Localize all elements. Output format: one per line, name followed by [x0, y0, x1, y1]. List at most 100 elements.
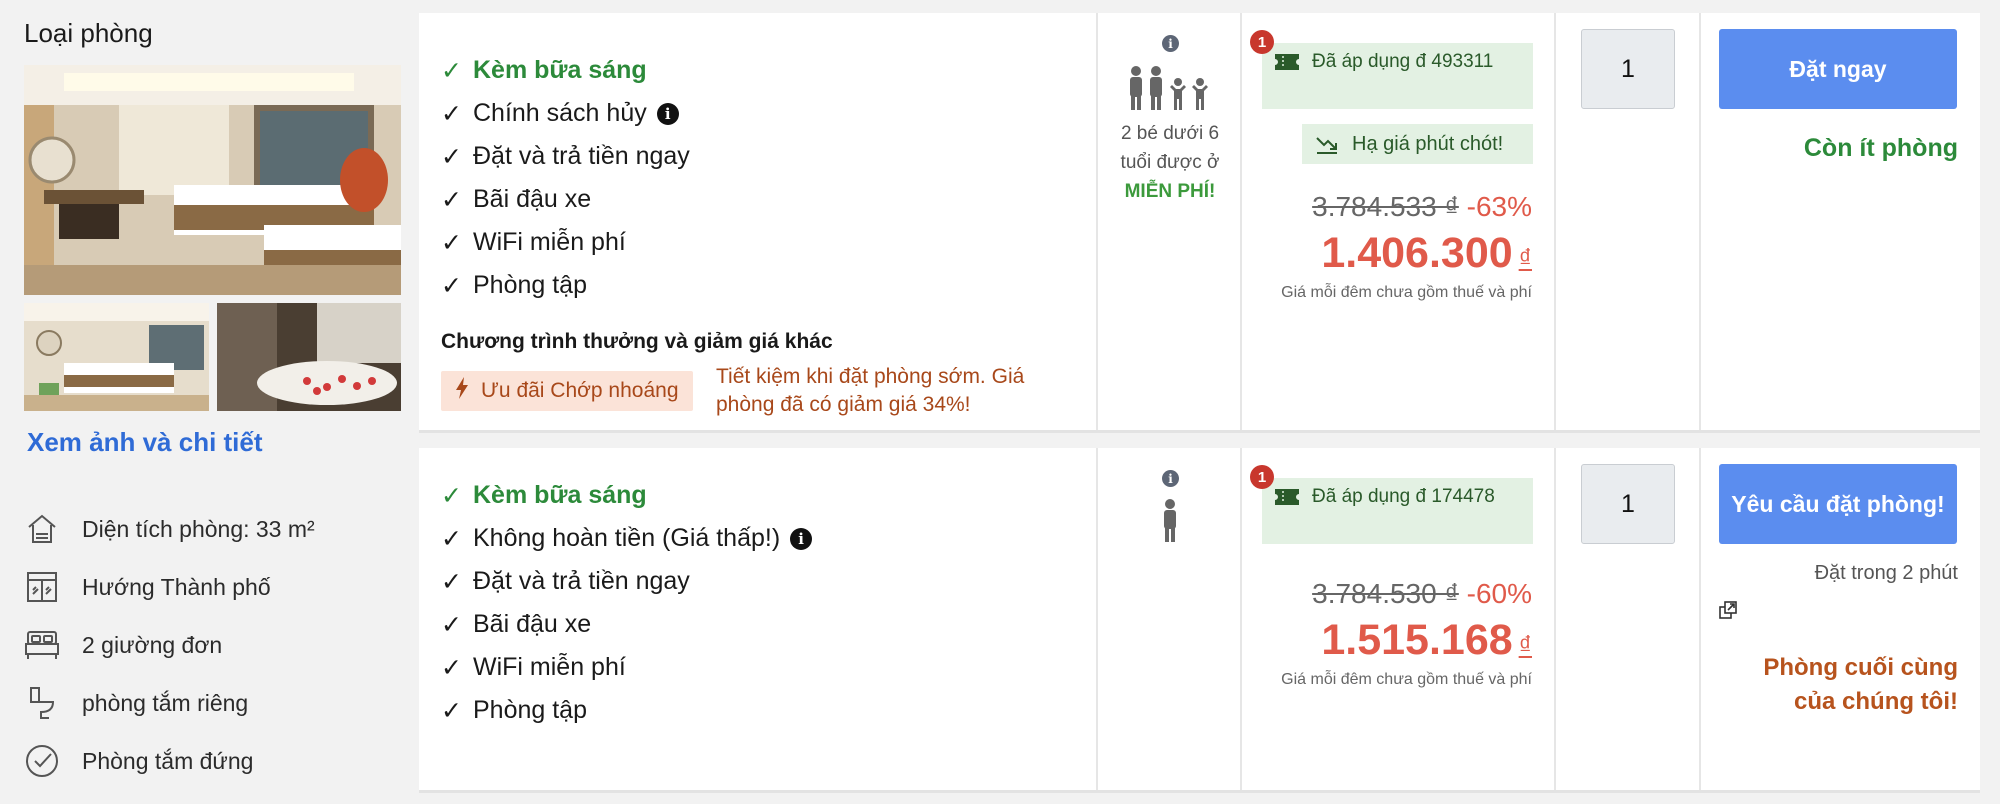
check-circle-icon: [22, 741, 62, 781]
room-offer-row: ✓ Kèm bữa sáng ✓ Không hoàn tiền (Giá thấp…: [419, 448, 1980, 793]
discount-percent: -60%: [1466, 578, 1532, 609]
price-cell: Đã áp dụng đ 493311 1 Hạ giá phút chót! …: [1242, 13, 1556, 430]
final-price-value: 1.515.168: [1321, 616, 1513, 664]
toilet-icon: [22, 683, 62, 723]
currency-symbol: ₫: [1518, 630, 1532, 660]
notification-count-badge: 1: [1250, 465, 1274, 489]
flash-deal-badge: Ưu đãi Chớp nhoáng: [441, 371, 693, 411]
check-icon: ✓: [441, 610, 462, 639]
benefit-item: ✓ WiFi miễn phí: [441, 646, 812, 689]
availability-status: Còn ít phòng: [1803, 134, 1958, 162]
original-price-value: 3.784.533 ₫: [1312, 191, 1459, 222]
room-photo-main[interactable]: [24, 65, 401, 295]
quantity-cell: 1: [1556, 13, 1701, 430]
room-quantity-select[interactable]: 1: [1581, 464, 1675, 544]
benefit-label: Đặt và trả tiền ngay: [473, 142, 690, 170]
check-icon: ✓: [441, 228, 462, 257]
final-price: 1.515.168 ₫: [1321, 616, 1532, 665]
notification-count-badge: 1: [1250, 30, 1274, 54]
info-icon[interactable]: i: [1162, 35, 1179, 52]
benefit-label: Kèm bữa sáng: [473, 481, 647, 509]
facility-label: Phòng tắm đứng: [82, 747, 254, 774]
two-adults-two-children-icon: [1128, 65, 1214, 116]
benefit-item: ✓ Phòng tập: [441, 264, 690, 307]
info-icon[interactable]: i: [656, 102, 679, 125]
room-photo-thumbnail[interactable]: [217, 303, 401, 411]
facility-label: Diện tích phòng: 33 m²: [82, 515, 315, 542]
room-quantity-select[interactable]: 1: [1581, 29, 1675, 109]
benefit-label: Kèm bữa sáng: [473, 56, 647, 84]
benefit-label: WiFi miễn phí: [473, 653, 626, 681]
room-photo-thumbnail[interactable]: [24, 303, 209, 411]
one-adult-icon: [1161, 498, 1179, 547]
original-price: 3.784.533 ₫ -63%: [1312, 191, 1532, 223]
home-area-icon: [22, 509, 62, 549]
check-icon: ✓: [441, 567, 462, 596]
price-cell: Đã áp dụng đ 174478 1 3.784.530 ₫ -60% 1…: [1242, 448, 1556, 790]
benefits-cell: ✓ Kèm bữa sáng ✓ Không hoàn tiền (Giá thấp…: [419, 448, 1098, 790]
currency-symbol: ₫: [1518, 243, 1532, 273]
benefit-label: Bãi đậu xe: [473, 610, 592, 638]
occupancy-cell: i: [1098, 448, 1242, 790]
last-minute-deal-badge: Hạ giá phút chót!: [1302, 124, 1533, 164]
original-price-value: 3.784.530 ₫: [1312, 578, 1459, 609]
room-offer-row: ✓ Kèm bữa sáng ✓ Chính sách hủy i ✓ Đặt và t…: [419, 13, 1980, 433]
last-minute-text: Hạ giá phút chót!: [1352, 132, 1504, 155]
room-info-panel: Loại phòng Xem ảnh và chi tiết Diện tích…: [0, 0, 415, 804]
benefit-item: ✓ Chính sách hủy i: [441, 92, 690, 135]
facility-list: Diện tích phòng: 33 m² Hướng Thành phố 2…: [22, 500, 315, 790]
benefit-item: ✓ Bãi đậu xe: [441, 603, 812, 646]
price-note: Giá mỗi đêm chưa gồm thuế và phí: [1281, 671, 1532, 688]
benefit-label: WiFi miễn phí: [473, 228, 626, 256]
coupon-applied-badge: Đã áp dụng đ 174478: [1262, 478, 1533, 544]
room-type-title: Loại phòng: [24, 18, 153, 48]
final-price-value: 1.406.300: [1321, 229, 1513, 277]
quantity-cell: 1: [1556, 448, 1701, 790]
children-free-note: 2 bé dưới 6 tuổi được ở MIỄN PHÍ!: [1108, 119, 1232, 206]
facility-item: Hướng Thành phố: [22, 558, 315, 616]
benefit-item: ✓ Phòng tập: [441, 689, 812, 732]
benefit-item: ✓ Không hoàn tiền (Giá thấp!) i: [441, 517, 813, 560]
trend-down-icon: [1315, 134, 1339, 160]
info-icon[interactable]: i: [1162, 470, 1179, 487]
facility-item: Phòng tắm đứng: [22, 732, 315, 790]
bed-icon: [22, 625, 62, 665]
facility-item: Diện tích phòng: 33 m²: [22, 500, 315, 558]
check-icon: ✓: [441, 653, 462, 682]
book-now-button[interactable]: Đặt ngay: [1719, 29, 1957, 109]
final-price: 1.406.300 ₫: [1321, 229, 1532, 278]
facility-label: phòng tắm riêng: [82, 689, 249, 716]
facility-label: 2 giường đơn: [82, 631, 223, 658]
facility-item: 2 giường đơn: [22, 616, 315, 674]
original-price: 3.784.530 ₫ -60%: [1312, 578, 1532, 610]
benefit-label: Chính sách hủy: [473, 99, 647, 127]
facility-item: phòng tắm riêng: [22, 674, 315, 732]
promo-section-title: Chương trình thưởng và giảm giá khác: [441, 330, 833, 353]
benefit-item: ✓ WiFi miễn phí: [441, 221, 690, 264]
check-icon: ✓: [441, 185, 462, 214]
coupon-text: Đã áp dụng đ 174478: [1312, 486, 1495, 507]
last-room-warning: Phòng cuối cùng của chúng tôi!: [1763, 654, 1958, 715]
benefit-label: Bãi đậu xe: [473, 185, 592, 213]
price-note: Giá mỗi đêm chưa gồm thuế và phí: [1281, 284, 1532, 301]
children-note-text: 2 bé dưới 6 tuổi được ở: [1120, 123, 1220, 173]
benefit-list: ✓ Kèm bữa sáng ✓ Không hoàn tiền (Giá thấp…: [441, 474, 813, 732]
facility-label: Hướng Thành phố: [82, 573, 271, 600]
action-cell: Yêu cầu đặt phòng! Đặt trong 2 phút Phòn…: [1701, 448, 1980, 790]
benefit-item: ✓ Kèm bữa sáng: [441, 474, 812, 517]
external-link-icon[interactable]: [1719, 601, 1737, 624]
benefit-label: Phòng tập: [473, 271, 587, 299]
info-icon[interactable]: i: [790, 527, 813, 550]
flash-deal-label: Ưu đãi Chớp nhoáng: [481, 379, 679, 402]
request-booking-button[interactable]: Yêu cầu đặt phòng!: [1719, 464, 1957, 544]
see-photos-details-link[interactable]: Xem ảnh và chi tiết: [27, 427, 263, 458]
check-icon: ✓: [441, 696, 462, 725]
check-icon: ✓: [441, 481, 462, 510]
discount-percent: -63%: [1466, 191, 1532, 222]
benefit-item: ✓ Đặt và trả tiền ngay: [441, 560, 812, 603]
check-icon: ✓: [441, 271, 462, 300]
coupon-text: Đã áp dụng đ 493311: [1312, 51, 1494, 72]
window-icon: [22, 567, 62, 607]
benefit-label: Phòng tập: [473, 696, 587, 724]
benefit-label: Không hoàn tiền (Giá thấp!): [473, 524, 781, 552]
